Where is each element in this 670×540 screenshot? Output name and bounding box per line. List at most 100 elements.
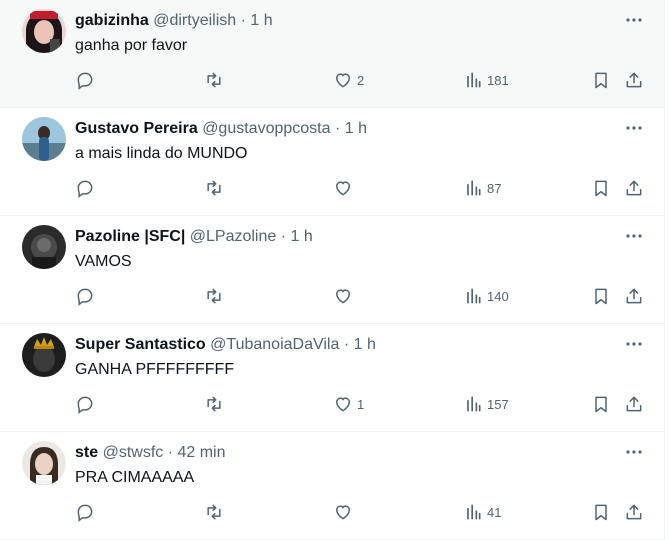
bookmark-button[interactable] [591, 393, 611, 415]
views-button[interactable]: 181 [463, 69, 509, 91]
more-icon[interactable] [624, 118, 644, 138]
author-name[interactable]: Gustavo Pereira [75, 120, 198, 137]
heart-icon [335, 397, 351, 412]
more-icon[interactable] [624, 226, 644, 246]
tweet[interactable]: Pazoline |SFC| @LPazoline · 1 h VAMOS 14… [0, 216, 664, 324]
views-button[interactable]: 140 [463, 285, 509, 307]
views-chart-icon [467, 504, 481, 520]
retweet-icon [207, 396, 221, 412]
avatar[interactable] [22, 333, 66, 377]
view-count: 157 [487, 396, 509, 412]
separator: · [163, 444, 178, 461]
heart-icon [335, 289, 351, 304]
more-icon[interactable] [624, 442, 644, 462]
more-icon[interactable] [624, 10, 644, 30]
retweet-button[interactable] [204, 177, 224, 199]
tweet-text: VAMOS [75, 253, 132, 270]
author-name[interactable]: Super Santastico [75, 336, 206, 353]
author-name[interactable]: gabizinha [75, 12, 149, 29]
reply-icon [77, 288, 93, 306]
like-button[interactable] [333, 285, 357, 307]
views-button[interactable]: 41 [463, 501, 501, 523]
tweet[interactable]: Super Santastico @TubanoiaDaVila · 1 h G… [0, 324, 664, 432]
author-handle[interactable]: @gustavoppcosta [202, 120, 330, 137]
action-bar: 1 157 [75, 393, 644, 415]
like-button[interactable]: 2 [333, 69, 364, 91]
avatar[interactable] [22, 225, 66, 269]
reply-button[interactable] [75, 177, 95, 199]
share-icon [626, 396, 642, 412]
action-bar: 2 181 [75, 69, 644, 91]
like-button[interactable] [333, 177, 357, 199]
bookmark-button[interactable] [591, 177, 611, 199]
views-chart-icon [467, 180, 481, 196]
author-handle[interactable]: @LPazoline [190, 228, 277, 245]
tweet[interactable]: ste @stwsfc · 42 min PRA CIMAAAAA 41 [0, 432, 664, 540]
views-button[interactable]: 87 [463, 177, 501, 199]
timestamp[interactable]: 1 h [291, 228, 313, 245]
timestamp[interactable]: 42 min [177, 444, 225, 461]
action-bar: 87 [75, 177, 644, 199]
retweet-icon [207, 72, 221, 88]
like-count: 1 [357, 396, 365, 412]
retweet-button[interactable] [204, 69, 224, 91]
tweet[interactable]: Gustavo Pereira @gustavoppcosta · 1 h a … [0, 108, 664, 216]
reply-button[interactable] [75, 69, 95, 91]
avatar[interactable] [22, 441, 66, 485]
separator: · [330, 120, 345, 137]
share-button[interactable] [624, 285, 644, 307]
reply-icon [77, 180, 93, 198]
avatar[interactable] [22, 117, 66, 161]
reply-button[interactable] [75, 501, 95, 523]
bookmark-button[interactable] [591, 69, 611, 91]
retweet-icon [207, 504, 221, 520]
retweet-button[interactable] [204, 393, 224, 415]
action-bar: 41 [75, 501, 644, 523]
share-icon [626, 504, 642, 520]
author-handle[interactable]: @stwsfc [103, 444, 164, 461]
author-handle[interactable]: @TubanoiaDaVila [210, 336, 339, 353]
share-button[interactable] [624, 501, 644, 523]
like-button[interactable] [333, 501, 357, 523]
reply-button[interactable] [75, 285, 95, 307]
timestamp[interactable]: 1 h [354, 336, 376, 353]
author-name[interactable]: Pazoline |SFC| [75, 228, 185, 245]
timestamp[interactable]: 1 h [345, 120, 367, 137]
bookmark-icon [595, 288, 607, 305]
tweet[interactable]: gabizinha @dirtyeilish · 1 h ganha por f… [0, 0, 664, 108]
tweet-text: a mais linda do MUNDO [75, 145, 248, 162]
retweet-icon [207, 288, 221, 304]
author-handle[interactable]: @dirtyeilish [153, 12, 236, 29]
reply-icon [77, 72, 93, 90]
share-button[interactable] [624, 177, 644, 199]
like-button[interactable]: 1 [333, 393, 364, 415]
more-icon[interactable] [624, 334, 644, 354]
reply-button[interactable] [75, 393, 95, 415]
heart-icon [335, 73, 351, 88]
bookmark-button[interactable] [591, 285, 611, 307]
views-button[interactable]: 157 [463, 393, 509, 415]
views-chart-icon [467, 396, 481, 412]
bookmark-icon [595, 72, 607, 89]
reply-icon [77, 504, 93, 522]
retweet-button[interactable] [204, 285, 224, 307]
share-icon [626, 72, 642, 88]
share-button[interactable] [624, 69, 644, 91]
tweet-header: Gustavo Pereira @gustavoppcosta · 1 h [75, 119, 367, 138]
bookmark-button[interactable] [591, 501, 611, 523]
author-name[interactable]: ste [75, 444, 98, 461]
share-button[interactable] [624, 393, 644, 415]
separator: · [276, 228, 291, 245]
tweet-text: PRA CIMAAAAA [75, 469, 195, 486]
separator: · [236, 12, 251, 29]
tweet-header: Super Santastico @TubanoiaDaVila · 1 h [75, 335, 376, 354]
views-chart-icon [467, 288, 481, 304]
timestamp[interactable]: 1 h [250, 12, 272, 29]
retweet-button[interactable] [204, 501, 224, 523]
bookmark-icon [595, 396, 607, 413]
avatar[interactable] [22, 9, 66, 53]
view-count: 181 [487, 72, 509, 88]
reply-feed: gabizinha @dirtyeilish · 1 h ganha por f… [0, 0, 665, 540]
share-icon [626, 288, 642, 304]
action-bar: 140 [75, 285, 644, 307]
